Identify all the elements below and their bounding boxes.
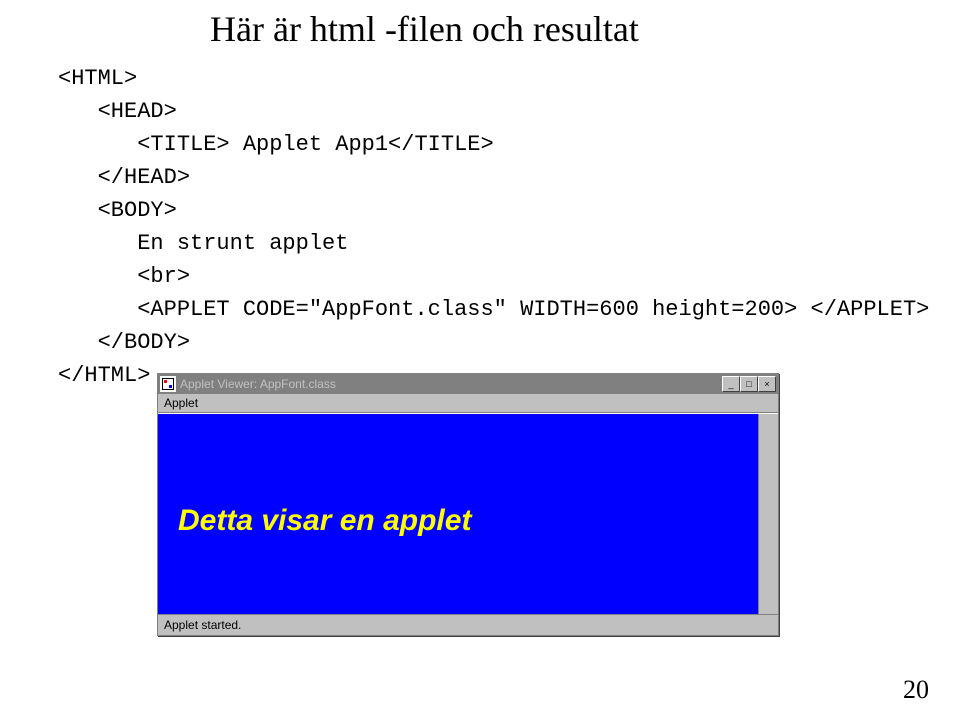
page-title: Här är html -filen och resultat (210, 8, 959, 50)
window-titlebar[interactable]: Applet Viewer: AppFont.class _ □ × (158, 374, 778, 394)
applet-canvas: Detta visar en applet (158, 414, 758, 614)
applet-viewer-window: Applet Viewer: AppFont.class _ □ × Apple… (157, 373, 779, 636)
java-icon (160, 376, 176, 392)
window-title: Applet Viewer: AppFont.class (180, 377, 722, 391)
page-number: 20 (903, 675, 929, 705)
applet-rendered-text: Detta visar en applet (178, 504, 471, 538)
menu-applet[interactable]: Applet (158, 394, 778, 413)
status-bar: Applet started. (158, 614, 778, 635)
close-button[interactable]: × (758, 376, 776, 392)
minimize-button[interactable]: _ (722, 376, 740, 392)
html-source-code: <HTML> <HEAD> <TITLE> Applet App1</TITLE… (58, 62, 959, 392)
window-gutter (758, 414, 778, 614)
maximize-button[interactable]: □ (740, 376, 758, 392)
